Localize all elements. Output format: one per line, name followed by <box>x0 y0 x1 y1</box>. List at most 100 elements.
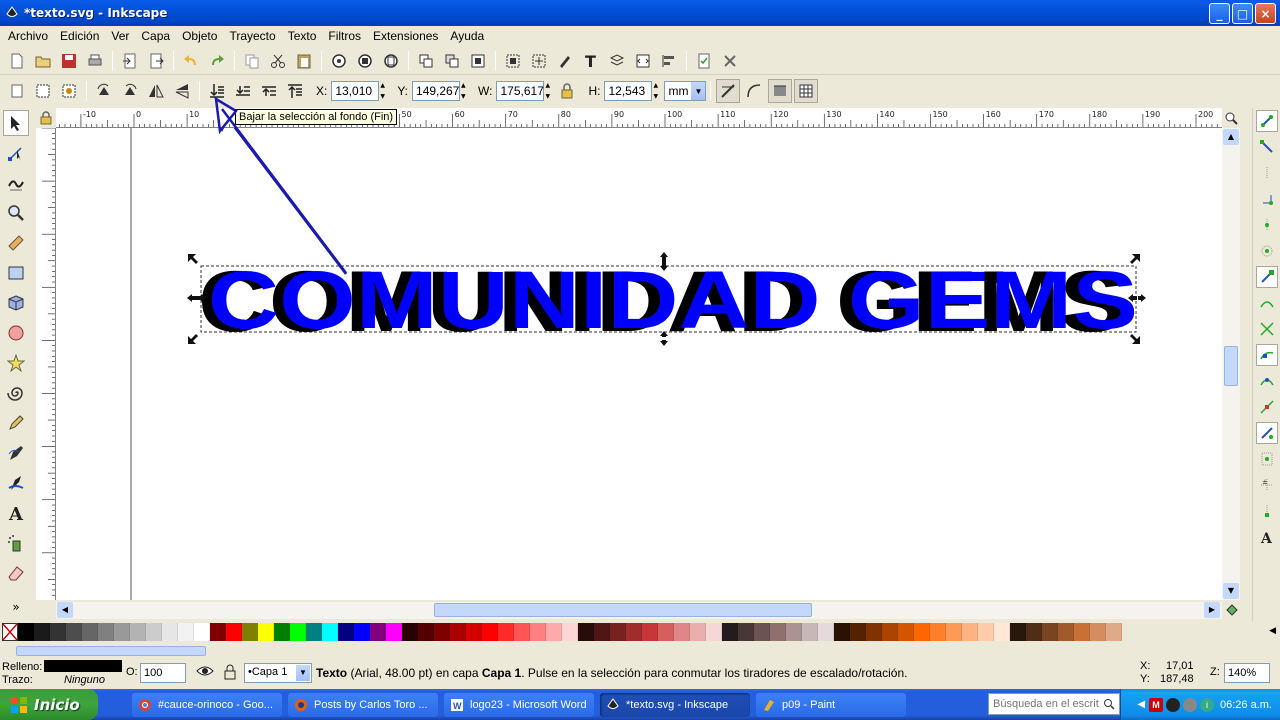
no-paint-swatch[interactable] <box>2 623 18 641</box>
color-swatch[interactable] <box>882 623 898 641</box>
print-icon[interactable] <box>83 49 107 73</box>
color-swatch[interactable] <box>82 623 98 641</box>
eraser-tool[interactable] <box>3 560 29 586</box>
redo-icon[interactable] <box>205 49 229 73</box>
color-swatch[interactable] <box>226 623 242 641</box>
fill-stroke-icon[interactable] <box>553 49 577 73</box>
scroll-down-button[interactable]: ▼ <box>1223 583 1239 599</box>
color-swatch[interactable] <box>658 623 674 641</box>
snap-smooth-nodes-icon[interactable] <box>1256 370 1278 392</box>
color-swatch[interactable] <box>978 623 994 641</box>
duplicate-icon[interactable] <box>414 49 438 73</box>
color-swatch[interactable] <box>610 623 626 641</box>
deselect-icon[interactable] <box>57 79 81 103</box>
document-properties-icon[interactable] <box>692 49 716 73</box>
color-swatch[interactable] <box>530 623 546 641</box>
palette-scrollbar[interactable] <box>0 644 1280 658</box>
rectangle-tool[interactable] <box>3 260 29 286</box>
color-swatch[interactable] <box>418 623 434 641</box>
color-swatch[interactable] <box>562 623 578 641</box>
import-icon[interactable] <box>118 49 142 73</box>
color-swatch[interactable] <box>178 623 194 641</box>
pen-tool[interactable] <box>3 440 29 466</box>
spiral-tool[interactable] <box>3 380 29 406</box>
vertical-scroll-thumb[interactable] <box>1224 346 1238 386</box>
color-swatch[interactable] <box>962 623 978 641</box>
color-swatch[interactable] <box>210 623 226 641</box>
color-swatch[interactable] <box>434 623 450 641</box>
measure-tool[interactable] <box>3 230 29 256</box>
rotate-ccw-icon[interactable] <box>92 79 116 103</box>
align-distribute-icon[interactable] <box>657 49 681 73</box>
color-swatch[interactable] <box>482 623 498 641</box>
maximize-button[interactable]: □ <box>1232 3 1253 24</box>
color-swatch[interactable] <box>1090 623 1106 641</box>
star-tool[interactable] <box>3 350 29 376</box>
color-swatch[interactable] <box>386 623 402 641</box>
select-all-icon[interactable] <box>5 79 29 103</box>
tray-arrow-icon[interactable]: ◀ <box>1137 699 1145 710</box>
cut-icon[interactable] <box>266 49 290 73</box>
color-swatch[interactable] <box>594 623 610 641</box>
taskbar-item-chrome[interactable]: #cauce-orinoco - Goo... <box>132 692 282 717</box>
opacity-field[interactable]: 100 <box>140 663 186 683</box>
color-swatch[interactable] <box>898 623 914 641</box>
palette-menu-icon[interactable]: ◀ <box>1269 626 1276 636</box>
color-swatch[interactable] <box>754 623 770 641</box>
color-swatch[interactable] <box>258 623 274 641</box>
3d-box-tool[interactable] <box>3 290 29 316</box>
zoom-field[interactable]: 140% <box>1224 663 1270 683</box>
color-swatch[interactable] <box>786 623 802 641</box>
color-swatch[interactable] <box>1026 623 1042 641</box>
zoom-tool[interactable] <box>3 200 29 226</box>
layer-select[interactable]: •Capa 1 ▼ <box>244 663 312 683</box>
y-stepper[interactable]: ▲ ▼ <box>461 81 470 101</box>
color-swatch[interactable] <box>802 623 818 641</box>
search-icon[interactable] <box>1103 698 1115 710</box>
scroll-right-button[interactable]: ▶ <box>1204 602 1220 618</box>
paint-bucket-icon[interactable] <box>1224 602 1240 618</box>
color-swatch[interactable] <box>338 623 354 641</box>
ellipse-tool[interactable] <box>3 320 29 346</box>
w-field[interactable]: 175,617 <box>496 81 545 101</box>
color-swatch[interactable] <box>194 623 210 641</box>
gmail-tray-icon[interactable]: M <box>1149 697 1164 712</box>
layer-lock-icon[interactable] <box>224 664 236 683</box>
menu-archivo[interactable]: Archivo <box>2 29 54 43</box>
color-swatch[interactable] <box>578 623 594 641</box>
lock-icon[interactable] <box>555 79 579 103</box>
start-button[interactable]: Inicio <box>0 689 98 720</box>
scroll-up-button[interactable]: ▲ <box>1223 129 1239 145</box>
w-stepper[interactable]: ▲ ▼ <box>545 81 554 101</box>
menu-trayecto[interactable]: Trayecto <box>223 29 281 43</box>
snap-text-baseline-icon[interactable]: A <box>1256 526 1278 548</box>
clone-icon[interactable] <box>440 49 464 73</box>
snap-cusp-nodes-icon[interactable] <box>1255 344 1278 366</box>
color-swatch[interactable] <box>98 623 114 641</box>
text-font-icon[interactable]: T <box>579 49 603 73</box>
x-stepper[interactable]: ▲ ▼ <box>380 81 389 101</box>
handle-top-left[interactable] <box>188 254 198 264</box>
w-spinbox[interactable]: 175,617 ▲ ▼ <box>496 81 554 101</box>
network-tray-icon[interactable] <box>1183 697 1198 712</box>
color-swatch[interactable] <box>498 623 514 641</box>
color-swatch[interactable] <box>930 623 946 641</box>
color-swatch[interactable] <box>770 623 786 641</box>
info-tray-icon[interactable]: i <box>1200 697 1215 712</box>
color-swatch[interactable] <box>162 623 178 641</box>
zoom-corner-icon[interactable] <box>1222 108 1240 128</box>
new-document-icon[interactable] <box>5 49 29 73</box>
snap-others-icon[interactable] <box>1255 422 1278 444</box>
security-tray-icon[interactable] <box>1166 697 1181 712</box>
text-tool[interactable]: A <box>3 500 29 526</box>
snap-paths-icon[interactable] <box>1256 292 1278 314</box>
rotate-cw-icon[interactable] <box>118 79 142 103</box>
scroll-left-button[interactable]: ◀ <box>57 602 73 618</box>
menu-texto[interactable]: Texto <box>282 29 323 43</box>
color-swatch[interactable] <box>674 623 690 641</box>
h-field[interactable]: 12,543 <box>604 81 653 101</box>
snap-page-border-icon[interactable] <box>1256 448 1278 470</box>
color-swatch[interactable] <box>818 623 834 641</box>
color-swatch[interactable] <box>1074 623 1090 641</box>
color-swatch[interactable] <box>146 623 162 641</box>
